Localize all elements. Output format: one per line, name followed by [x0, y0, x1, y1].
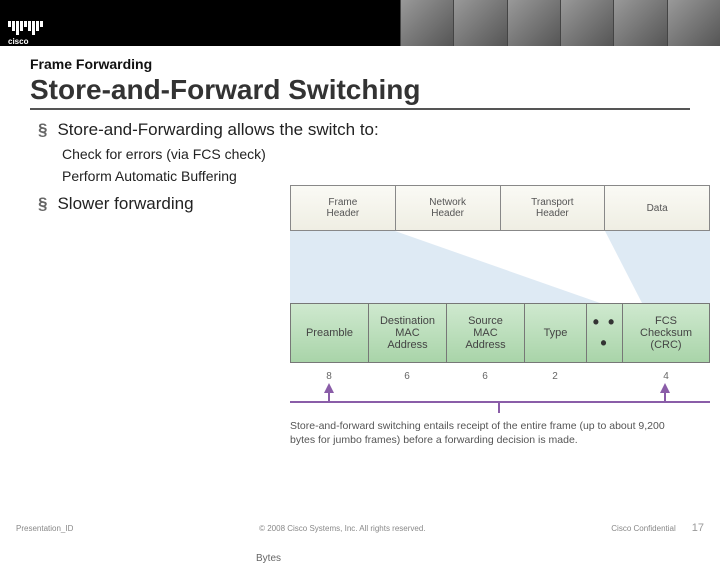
byte-v: 6: [368, 371, 446, 382]
top-banner: cisco: [0, 0, 720, 46]
byte-v: 8: [290, 371, 368, 382]
t: Store-and-forward switching entails rece…: [290, 419, 710, 433]
cisco-logo: cisco: [0, 0, 80, 46]
copyright: © 2008 Cisco Systems, Inc. All rights re…: [73, 524, 611, 533]
banner-photos: [400, 0, 720, 46]
footer: Presentation_ID © 2008 Cisco Systems, In…: [0, 522, 720, 534]
t: Checksum: [640, 327, 692, 339]
bullet-1a: Check for errors (via FCS check): [62, 146, 690, 162]
diagram-caption: Store-and-forward switching entails rece…: [290, 419, 710, 447]
byte-v: 2: [524, 371, 586, 382]
slide-title: Store-and-Forward Switching: [30, 74, 690, 110]
presentation-id: Presentation_ID: [16, 524, 73, 533]
t: MAC: [473, 327, 497, 339]
t: Data: [647, 203, 668, 214]
t: Address: [465, 339, 505, 351]
cell-fcs: FCS Checksum (CRC): [623, 304, 709, 362]
bytes-row: Bytes 8 6 6 2 4: [290, 367, 710, 385]
t: Frame: [328, 197, 357, 208]
pdu-layers-row: Frame Header Network Header Transport He…: [290, 185, 710, 231]
cell-ellipsis-icon: • • •: [587, 304, 623, 362]
t: Destination: [380, 315, 435, 327]
bullet-1: Store-and-Forwarding allows the switch t…: [38, 120, 690, 140]
bytes-label: Bytes: [256, 553, 290, 564]
t: (CRC): [650, 339, 681, 351]
cell-type: Type: [525, 304, 587, 362]
t: Source: [468, 315, 503, 327]
ethernet-frame-row: Preamble Destination MAC Address Source …: [290, 303, 710, 363]
cell-src-mac: Source MAC Address: [447, 304, 525, 362]
logo-text: cisco: [8, 37, 80, 46]
confidential-label: Cisco Confidential: [611, 524, 675, 533]
layer-frame-header: Frame Header: [290, 185, 396, 231]
cell-dest-mac: Destination MAC Address: [369, 304, 447, 362]
byte-v: 4: [622, 371, 710, 382]
t: • • •: [589, 312, 620, 354]
t: bytes for jumbo frames) before a forward…: [290, 433, 710, 447]
t: Header: [326, 208, 359, 219]
range-pointer-icon: [290, 387, 710, 413]
t: Network: [429, 197, 466, 208]
t: FCS: [655, 315, 677, 327]
t: Type: [544, 327, 568, 339]
layer-data: Data: [605, 185, 710, 231]
layer-transport-header: Transport Header: [501, 185, 606, 231]
logo-bars-icon: [8, 21, 80, 35]
expansion-fan-icon: [290, 231, 710, 303]
t: Preamble: [306, 327, 353, 339]
t: Header: [431, 208, 464, 219]
layer-network-header: Network Header: [396, 185, 501, 231]
t: Transport: [531, 197, 573, 208]
cell-preamble: Preamble: [291, 304, 369, 362]
slide-kicker: Frame Forwarding: [30, 56, 690, 72]
bullet-1b: Perform Automatic Buffering: [62, 168, 690, 184]
t: Header: [536, 208, 569, 219]
page-number: 17: [692, 522, 704, 534]
t: Address: [387, 339, 427, 351]
byte-v: 6: [446, 371, 524, 382]
frame-diagram: Frame Header Network Header Transport He…: [290, 185, 710, 447]
t: MAC: [395, 327, 419, 339]
